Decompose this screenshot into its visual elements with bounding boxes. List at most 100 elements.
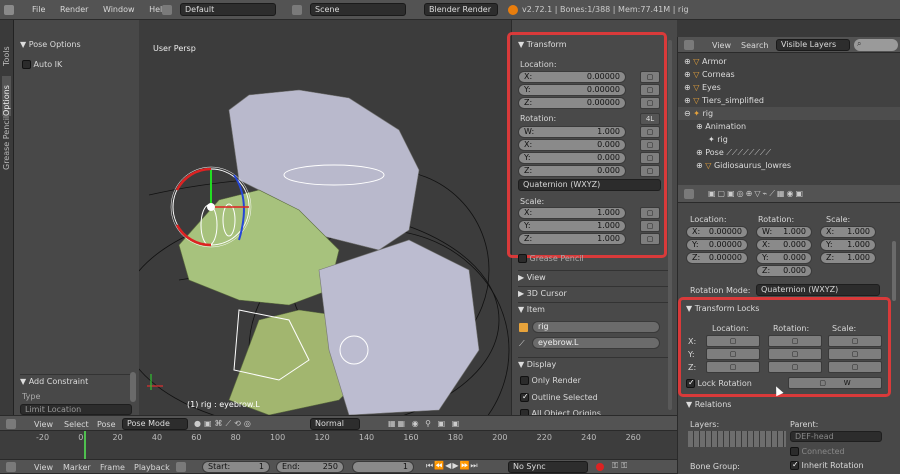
viewport-editor-icon[interactable] — [6, 419, 16, 429]
transform-location-x[interactable]: X: 0.00000 — [518, 71, 626, 83]
menu-render[interactable]: Render — [60, 5, 88, 14]
props-scale-x[interactable]: X: 1.000 — [820, 226, 876, 238]
menu-file[interactable]: File — [32, 5, 45, 14]
lock-icon[interactable]: ▢ — [640, 71, 660, 83]
screen-layout-icon[interactable] — [162, 5, 172, 15]
props-rotation-x[interactable]: X: 0.000 — [756, 239, 812, 251]
lock-icon[interactable]: ▢ — [640, 220, 660, 232]
menu-window[interactable]: Window — [103, 5, 135, 14]
transform-rotation-z[interactable]: Z: 0.000 — [518, 165, 626, 177]
3d-viewport[interactable]: User Persp (1) rig : eyebrow.L — [139, 20, 511, 415]
transform-rotation-y[interactable]: Y: 0.000 — [518, 152, 626, 164]
search-input[interactable]: ⌕ — [854, 39, 898, 51]
lock-rotation-toggle[interactable]: Lock Rotation — [686, 379, 752, 388]
lock-location-z[interactable]: ▢ — [706, 361, 760, 373]
pose-options-header[interactable]: ▼ Pose Options — [20, 40, 81, 49]
timeline-frame-menu[interactable]: Frame — [100, 463, 125, 472]
viewport-shading-icons[interactable]: ●▣⌘⟋⟲◎ — [194, 419, 254, 429]
connected-row[interactable]: Connected — [790, 447, 845, 456]
lock-rotation-z[interactable]: ▢ — [768, 361, 822, 373]
lock-rotation-checkbox[interactable] — [686, 379, 695, 388]
outline-selected-row[interactable]: Outline Selected — [520, 393, 598, 402]
scene-icon[interactable] — [292, 5, 302, 15]
inherit-rotation-row[interactable]: Inherit Rotation — [790, 461, 864, 470]
transform-scale-z[interactable]: Z: 1.000 — [518, 233, 626, 245]
viewport-view-menu[interactable]: View — [34, 420, 53, 429]
sync-select[interactable]: No Sync — [508, 461, 588, 473]
props-location-z[interactable]: Z: 0.00000 — [686, 252, 748, 264]
outliner-row-gidiosaurus[interactable]: ⊕ ▽ Gidiosaurus_lowres — [678, 159, 900, 172]
viewport-pose-menu[interactable]: Pose — [97, 420, 116, 429]
relations-panel-header[interactable]: ▼ Relations — [686, 400, 731, 409]
transform-location-z[interactable]: Z: 0.00000 — [518, 97, 626, 109]
tab-grease-pencil[interactable]: Grease Pencil — [2, 114, 11, 170]
layout-select[interactable]: Default — [180, 3, 276, 16]
outliner-search-menu[interactable]: Search — [741, 41, 768, 50]
scrollbar[interactable] — [892, 241, 896, 301]
transform-locks-header[interactable]: ▼ Transform Locks — [686, 304, 759, 313]
outliner-row-tiers[interactable]: ⊕ ▽ Tiers_simplified — [678, 94, 900, 107]
tab-tools[interactable]: Tools — [2, 36, 11, 66]
tab-options[interactable]: Options — [2, 76, 11, 116]
lock-rotation-y[interactable]: ▢ — [768, 348, 822, 360]
outliner-row-pose[interactable]: ⊕ Pose ⟋⟋⟋⟋⟋⟋⟋⟋ — [678, 146, 900, 159]
record-icon[interactable] — [596, 463, 604, 471]
keying-icons[interactable]: ⚿⚿ — [612, 461, 630, 471]
mode-select[interactable]: Pose Mode — [122, 418, 188, 430]
lock-location-y[interactable]: ▢ — [706, 348, 760, 360]
timeline-marker-menu[interactable]: Marker — [63, 463, 91, 472]
start-frame-field[interactable]: Start: 1 — [202, 461, 270, 473]
timeline[interactable]: -20 0 20 40 60 80 100 120 140 160 180 200 220 240 260 — [0, 431, 677, 459]
end-frame-field[interactable]: End: 250 — [276, 461, 344, 473]
viewport-select-menu[interactable]: Select — [64, 420, 89, 429]
outliner-filter-select[interactable]: Visible Layers — [776, 39, 850, 51]
only-render-row[interactable]: Only Render — [520, 376, 581, 385]
timeline-view-menu[interactable]: View — [34, 463, 53, 472]
props-rotation-mode-select[interactable]: Quaternion (WXYZ) — [756, 284, 880, 296]
transform-panel-header[interactable]: ▼ Transform — [518, 40, 567, 49]
display-panel-header[interactable]: ▼ Display — [518, 357, 668, 369]
lock-icon[interactable]: ▢ — [640, 97, 660, 109]
rotation-4l-button[interactable]: 4L — [640, 113, 660, 125]
outliner-editor-icon[interactable] — [684, 40, 694, 50]
props-rotation-w[interactable]: W: 1.000 — [756, 226, 812, 238]
type-select[interactable]: Limit Location — [20, 404, 132, 415]
add-constraint-header[interactable]: ▼ Add Constraint — [20, 374, 130, 386]
lock-icon[interactable]: ▢ — [640, 165, 660, 177]
rotation-mode-select[interactable]: Quaternion (WXYZ) — [518, 179, 661, 191]
transform-rotation-x[interactable]: X: 0.000 — [518, 139, 626, 151]
preview-range-icon[interactable] — [176, 462, 186, 472]
parent-field[interactable]: DEF-head — [790, 431, 882, 442]
outliner-row-rig[interactable]: ⊖ ✦ rig — [678, 107, 900, 120]
props-location-x[interactable]: X: 0.00000 — [686, 226, 748, 238]
props-rotation-z[interactable]: Z: 0.000 — [756, 265, 812, 277]
props-scale-z[interactable]: Z: 1.000 — [820, 252, 876, 264]
lock-location-x[interactable]: ▢ — [706, 335, 760, 347]
transform-rotation-w[interactable]: W: 1.000 — [518, 126, 626, 138]
lock-icon[interactable]: ▢ — [640, 139, 660, 151]
layer-buttons[interactable]: ▦▦ ◉ ⚲ ▣ ▣ — [388, 419, 461, 428]
editor-type-icon[interactable] — [4, 5, 14, 15]
lock-scale-y[interactable]: ▢ — [828, 348, 882, 360]
auto-ik-row[interactable]: Auto IK — [22, 60, 62, 69]
properties-editor-icon[interactable] — [684, 189, 694, 199]
outliner-row-armor[interactable]: ⊕ ▽ Armor — [678, 55, 900, 68]
playhead[interactable] — [84, 431, 86, 459]
outliner-row-eyes[interactable]: ⊕ ▽ Eyes — [678, 81, 900, 94]
orientation-select[interactable]: Normal — [310, 418, 360, 430]
lock-icon[interactable]: ▢ — [640, 152, 660, 164]
item-object-field[interactable]: rig — [532, 321, 660, 333]
playback-controls[interactable]: ⏮⏪◀▶⏩⏭ — [426, 461, 479, 471]
item-bone-field[interactable]: eyebrow.L — [532, 337, 660, 349]
lock-icon[interactable]: ▢ — [640, 207, 660, 219]
timeline-editor-icon[interactable] — [6, 462, 16, 472]
outliner-row-animation[interactable]: ⊕ Animation — [678, 120, 900, 133]
scroll-handle[interactable] — [130, 372, 136, 402]
bone-layers-grid[interactable] — [688, 431, 786, 447]
view-panel-header[interactable]: ▶ View — [518, 270, 668, 282]
render-engine-select[interactable]: Blender Render — [424, 3, 498, 16]
timeline-playback-menu[interactable]: Playback — [134, 463, 170, 472]
3d-cursor-panel-header[interactable]: ▶ 3D Cursor — [518, 286, 668, 298]
outliner-row-rig-data[interactable]: ✦ rig — [678, 133, 900, 146]
item-panel-header[interactable]: ▼ Item — [518, 302, 668, 314]
